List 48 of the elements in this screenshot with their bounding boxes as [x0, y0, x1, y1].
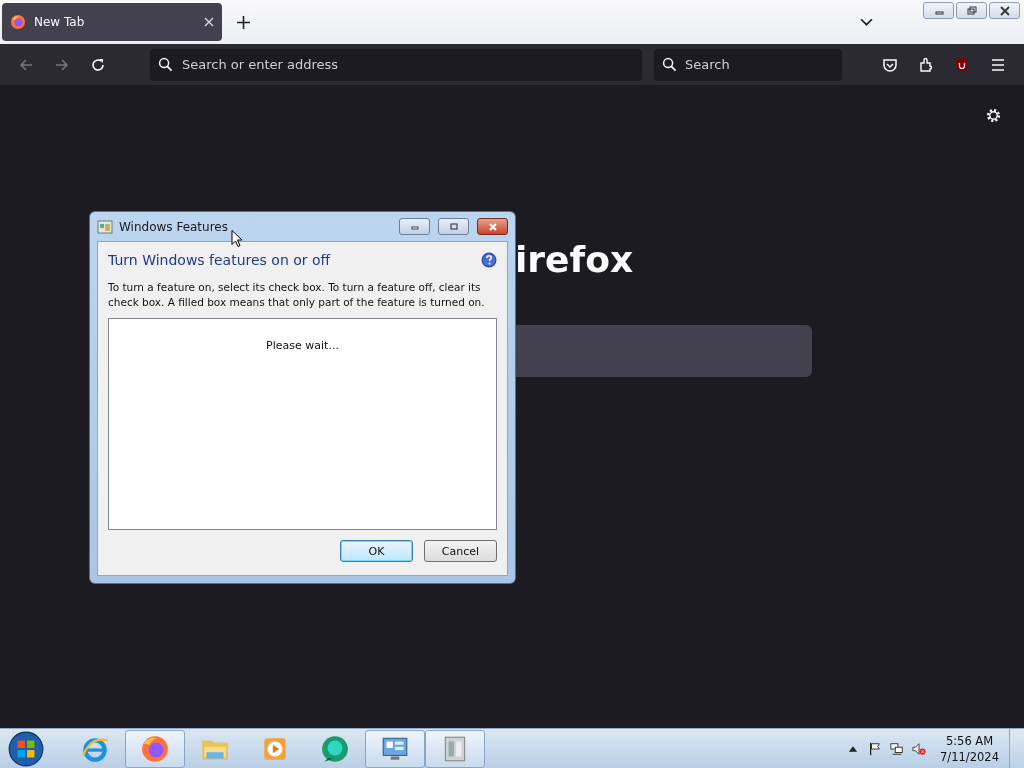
search-input[interactable]: Search — [685, 57, 834, 72]
close-icon[interactable] — [204, 17, 214, 27]
taskbar-app[interactable] — [365, 729, 425, 768]
ok-button[interactable]: OK — [340, 540, 413, 562]
start-button[interactable] — [7, 729, 45, 768]
close-icon — [999, 5, 1010, 16]
dialog-heading: Turn Windows features on or off — [108, 252, 331, 268]
network-icon[interactable] — [890, 741, 905, 756]
browser-tab[interactable]: New Tab — [2, 3, 222, 41]
pocket-icon[interactable] — [882, 56, 898, 73]
maximize-icon — [448, 222, 459, 231]
chevron-down-icon[interactable] — [860, 17, 873, 27]
new-tab-icon[interactable] — [237, 15, 250, 29]
address-input[interactable]: Search or enter address — [182, 57, 634, 72]
search-icon — [158, 57, 173, 72]
restore-button[interactable] — [956, 2, 987, 19]
maximize-button[interactable] — [438, 218, 469, 235]
close-button[interactable] — [477, 218, 508, 235]
clock-time: 5:56 AM — [945, 732, 994, 749]
help-icon[interactable] — [481, 252, 497, 268]
minimize-button[interactable] — [399, 218, 430, 235]
minimize-button[interactable] — [923, 2, 954, 19]
taskbar-app[interactable] — [425, 729, 485, 768]
cancel-button[interactable]: Cancel — [424, 540, 497, 562]
menu-icon[interactable] — [990, 56, 1006, 73]
window-title: Windows Features — [119, 219, 228, 234]
clock-date: 7/11/2024 — [940, 748, 999, 765]
close-button[interactable] — [989, 2, 1020, 19]
flag-icon[interactable] — [868, 741, 883, 756]
settings-icon[interactable] — [985, 107, 1002, 124]
close-icon — [487, 222, 498, 231]
taskbar-app[interactable] — [125, 729, 185, 768]
restore-icon — [966, 5, 977, 16]
shield-icon[interactable] — [954, 56, 970, 73]
tab-title: New Tab — [34, 15, 86, 29]
chat-bubble-icon — [320, 733, 350, 764]
speaker-muted-icon[interactable] — [912, 741, 927, 756]
puzzle-icon[interactable] — [918, 56, 934, 73]
reload-icon[interactable] — [90, 56, 106, 73]
address-field[interactable]: Search or enter address — [150, 48, 642, 81]
description-text: To turn a feature on, select its check box. To turn a feature off, clear its check box. A filled box means that only part of the feature is turned on. — [108, 280, 486, 310]
clock[interactable]: 5:56 AM 7/11/2024 — [940, 732, 999, 765]
logo-text: irefox — [515, 242, 635, 278]
window-icon — [97, 218, 113, 235]
search-icon — [662, 57, 677, 72]
cursor-icon — [231, 229, 243, 248]
search-field[interactable]: Search — [654, 48, 842, 81]
status-text: Please wait... — [266, 339, 339, 352]
